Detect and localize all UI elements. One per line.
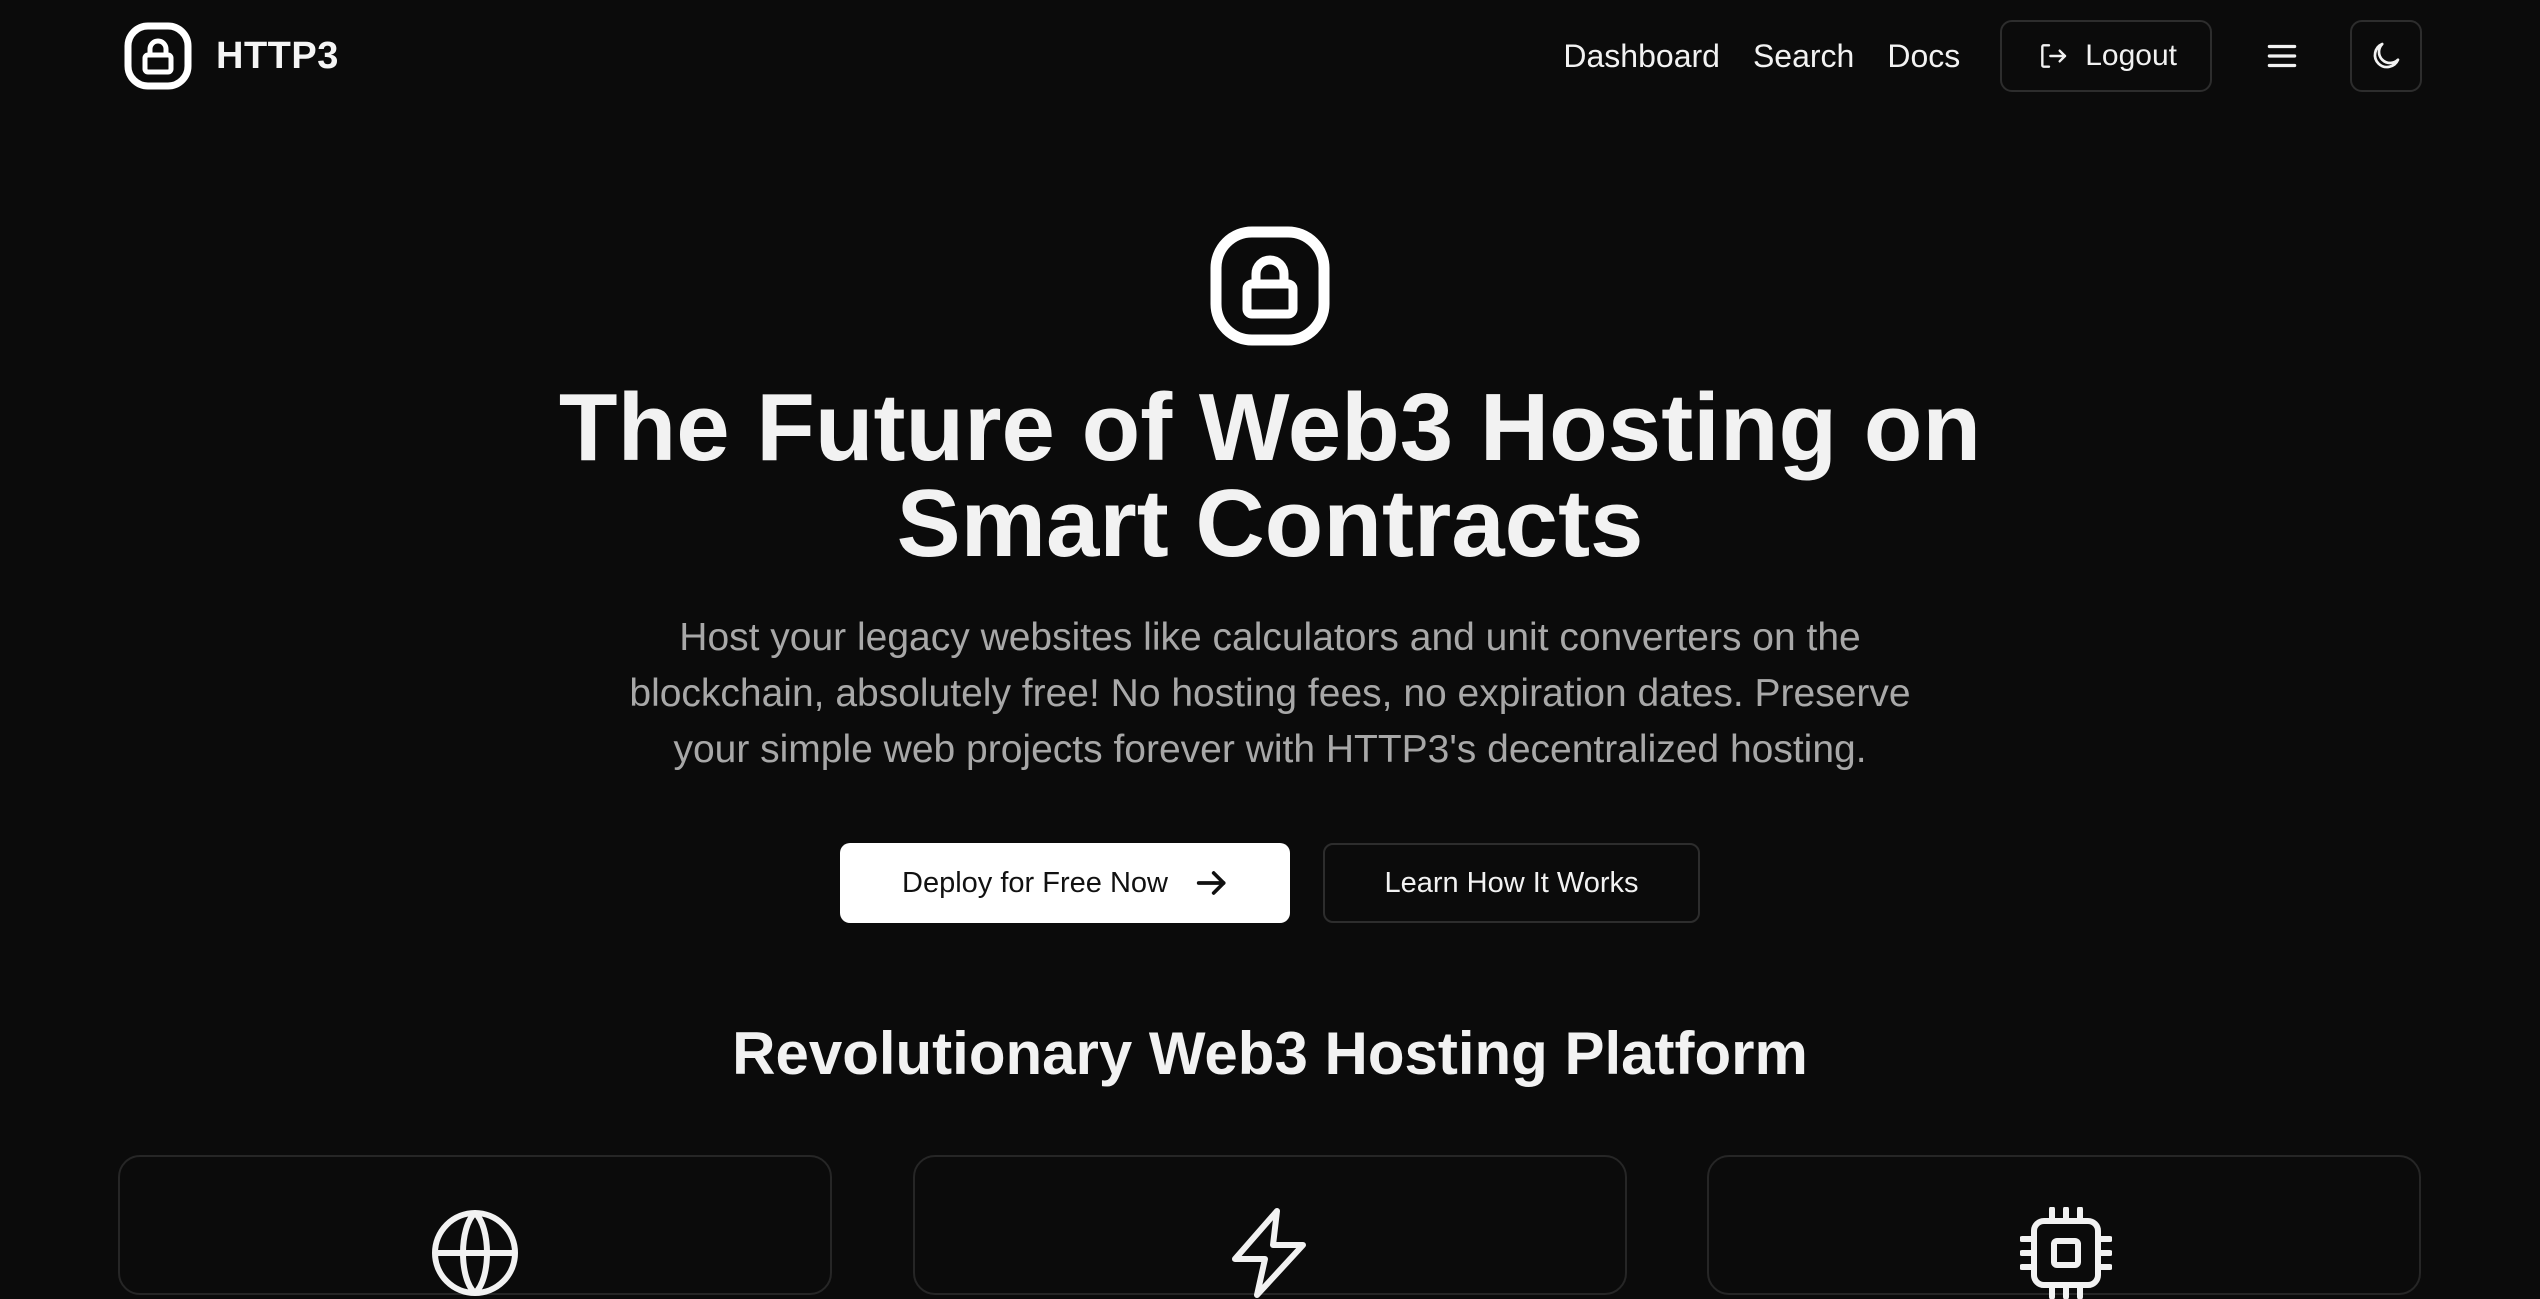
brand-name: HTTP3	[216, 34, 339, 77]
hero-subtitle-line3: your simple web projects forever with HT…	[673, 728, 1867, 771]
brand[interactable]: HTTP3	[124, 22, 339, 90]
learn-how-button-label: Learn How It Works	[1384, 866, 1639, 899]
deploy-button-label: Deploy for Free Now	[902, 866, 1168, 899]
hero-title-line2: Smart Contracts	[896, 470, 1644, 577]
features-title: Revolutionary Web3 Hosting Platform	[732, 1020, 1808, 1087]
logout-button[interactable]: Logout	[2000, 20, 2212, 92]
hero-title: The Future of Web3 Hosting on Smart Cont…	[270, 380, 2270, 572]
feature-card	[118, 1155, 832, 1296]
hero-subtitle-line2: blockchain, absolutely free! No hosting …	[629, 672, 1911, 715]
cpu-icon	[2020, 1207, 2112, 1299]
lock-icon	[1210, 226, 1330, 346]
logout-icon	[2041, 44, 2067, 68]
theme-toggle-button[interactable]	[2350, 20, 2422, 92]
zap-icon	[1232, 1208, 1306, 1298]
cta-row: Deploy for Free Now Learn How It Works	[0, 843, 2540, 923]
globe-icon	[432, 1210, 518, 1296]
hero-subtitle: Host your legacy websites like calculato…	[570, 610, 1970, 778]
lock-icon	[124, 22, 192, 90]
hero-subtitle-line1: Host your legacy websites like calculato…	[679, 616, 1861, 659]
logout-label: Logout	[2085, 39, 2177, 72]
menu-button[interactable]	[2246, 20, 2318, 92]
moon-icon	[2373, 42, 2400, 69]
feature-card	[1707, 1155, 2421, 1299]
nav-menu: Dashboard Search Docs Logout	[1563, 20, 2422, 92]
nav-link-dashboard[interactable]: Dashboard	[1563, 38, 1720, 75]
arrow-right-icon	[1196, 871, 1226, 895]
nav-link-search[interactable]: Search	[1753, 38, 1854, 75]
top-navbar: HTTP3 Dashboard Search Docs Logout	[0, 0, 2540, 112]
hero-title-line1: The Future of Web3 Hosting on	[558, 374, 1982, 481]
deploy-button[interactable]: Deploy for Free Now	[840, 843, 1290, 923]
hamburger-menu-icon	[2267, 44, 2297, 68]
learn-how-button[interactable]: Learn How It Works	[1323, 843, 1700, 923]
nav-link-docs[interactable]: Docs	[1887, 38, 1960, 75]
feature-card	[913, 1155, 1627, 1298]
